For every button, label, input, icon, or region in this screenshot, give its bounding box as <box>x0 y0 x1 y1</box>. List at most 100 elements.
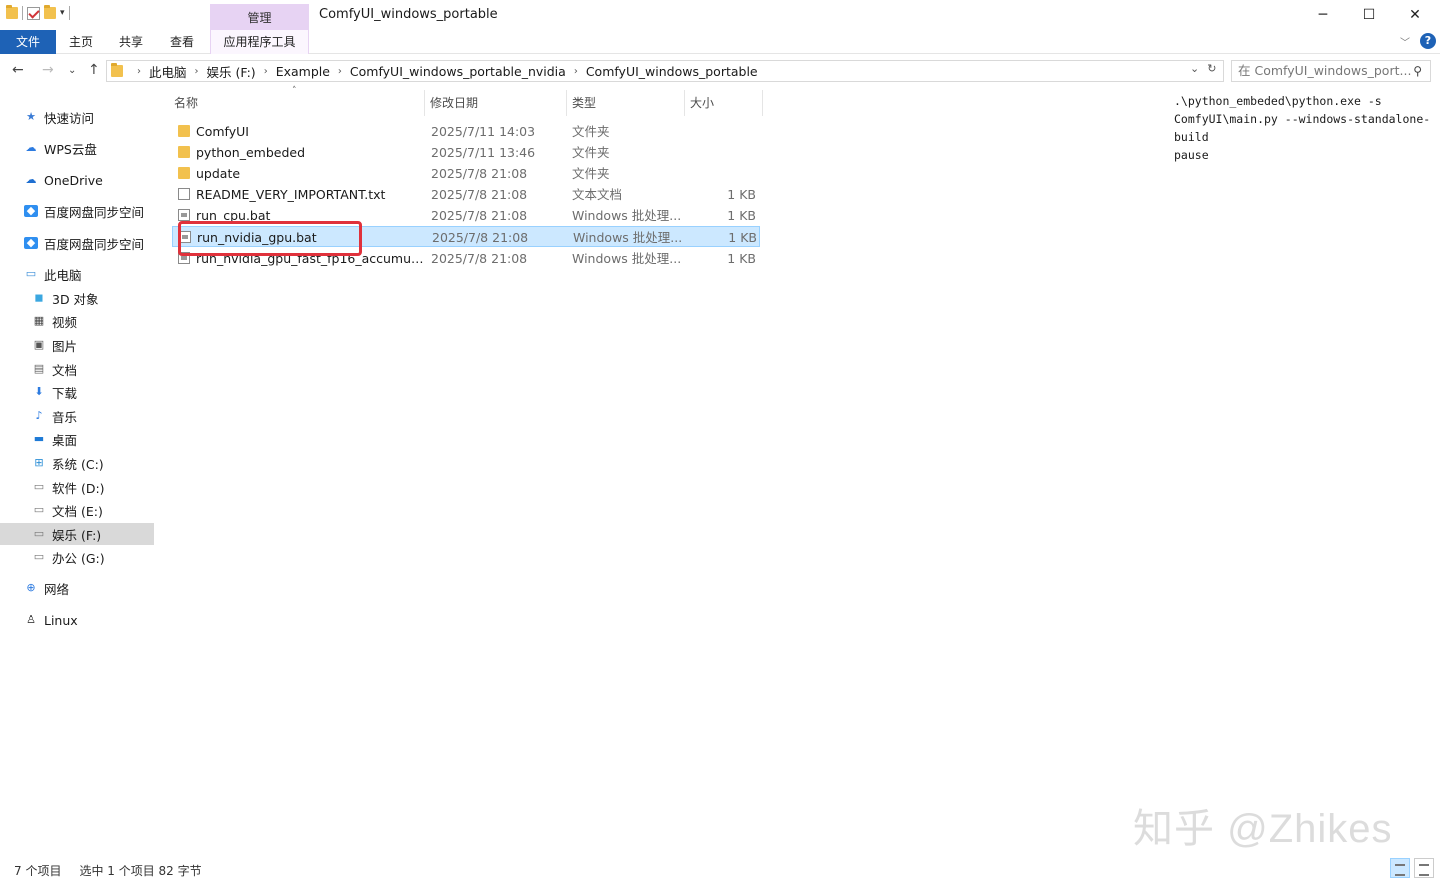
file-type: Windows 批处理... <box>572 208 682 223</box>
preview-pane-text: .\python_embeded\python.exe -s ComfyUI\m… <box>1174 94 1431 162</box>
sidebar-item-drive-d[interactable]: ▭ 软件 (D:) <box>0 476 154 498</box>
sidebar-item-quick-access[interactable]: ★ 快速访问 <box>0 106 154 128</box>
bat-file-icon <box>179 231 191 243</box>
sidebar-item-label: 3D 对象 <box>52 291 99 307</box>
sidebar-item-label: 音乐 <box>52 409 78 425</box>
file-row-run-nvidia-gpu[interactable]: run_nvidia_gpu.bat 2025/7/8 21:08 Window… <box>172 226 760 247</box>
breadcrumb-drive-f[interactable]: 娱乐 (F:) <box>207 62 256 81</box>
chevron-right-icon[interactable]: › <box>574 66 578 77</box>
sidebar-item-downloads[interactable]: ⬇ 下载 <box>0 381 154 403</box>
details-view-icon[interactable] <box>1390 858 1410 878</box>
column-header-name[interactable]: 名称 <box>174 90 425 116</box>
chevron-right-icon[interactable]: › <box>338 66 342 77</box>
sidebar-item-documents[interactable]: ▤ 文档 <box>0 358 154 380</box>
bat-file-icon <box>178 209 190 221</box>
file-row-readme[interactable]: README_VERY_IMPORTANT.txt 2025/7/8 21:08… <box>172 184 760 205</box>
breadcrumb-portable-nvidia[interactable]: ComfyUI_windows_portable_nvidia <box>350 64 566 79</box>
address-dropdown-icon[interactable]: ⌄ <box>1190 62 1199 75</box>
file-type: 文本文档 <box>572 187 623 202</box>
file-list: ˄ 名称 修改日期 类型 大小 ComfyUI 2025/7/11 14:03 … <box>168 86 768 288</box>
refresh-icon[interactable]: ↻ <box>1207 62 1216 75</box>
sidebar-item-label: 文档 <box>52 362 78 378</box>
tab-share[interactable]: 共享 <box>110 30 152 54</box>
properties-icon[interactable] <box>27 6 40 20</box>
expand-ribbon-icon[interactable]: ﹀ <box>1400 34 1410 49</box>
file-type: 文件夹 <box>572 145 610 160</box>
breadcrumb-portable[interactable]: ComfyUI_windows_portable <box>586 64 758 79</box>
folder-icon[interactable] <box>6 5 18 19</box>
network-icon: ⊕ <box>26 581 36 594</box>
sidebar-item-desktop[interactable]: ▬ 桌面 <box>0 428 154 450</box>
column-header-type[interactable]: 类型 <box>572 90 685 116</box>
search-icon[interactable]: ⚲ <box>1413 61 1422 81</box>
video-icon: ▦ <box>33 314 45 327</box>
navigation-bar: ← → ⌄ ↑ › 此电脑 › 娱乐 (F:) › Example › Comf… <box>0 58 1440 86</box>
file-type: 文件夹 <box>572 166 610 181</box>
back-icon[interactable]: ← <box>12 62 24 78</box>
column-header-size[interactable]: 大小 <box>690 90 763 116</box>
sidebar-item-baidu-sync-1[interactable]: ◆ 百度网盘同步空间 <box>0 200 154 222</box>
breadcrumb-example[interactable]: Example <box>276 64 330 79</box>
sidebar-item-linux[interactable]: ♙ Linux <box>0 609 154 631</box>
search-input[interactable]: 在 ComfyUI_windows_port... ⚲ <box>1231 60 1431 82</box>
document-icon: ▤ <box>33 362 45 375</box>
tab-home[interactable]: 主页 <box>60 30 102 54</box>
file-row-update[interactable]: update 2025/7/8 21:08 文件夹 <box>172 163 760 184</box>
tab-manage[interactable]: 管理 <box>210 4 309 30</box>
file-type: Windows 批处理... <box>573 230 683 245</box>
sidebar-item-music[interactable]: ♪ 音乐 <box>0 405 154 427</box>
sidebar-item-drive-c[interactable]: ⊞ 系统 (C:) <box>0 452 154 474</box>
file-name: run_nvidia_gpu.bat <box>197 230 317 245</box>
folder-icon <box>111 63 123 77</box>
drive-icon: ▭ <box>33 527 45 540</box>
file-row-run-nvidia-gpu-fast[interactable]: run_nvidia_gpu_fast_fp16_accumulati... 2… <box>172 248 760 269</box>
file-name: README_VERY_IMPORTANT.txt <box>196 187 386 202</box>
tab-view[interactable]: 查看 <box>161 30 203 54</box>
recent-locations-icon[interactable]: ⌄ <box>68 65 76 76</box>
sidebar-item-videos[interactable]: ▦ 视频 <box>0 310 154 332</box>
download-icon: ⬇ <box>34 385 44 398</box>
file-size: 1 KB <box>727 208 756 223</box>
customize-toolbar-icon[interactable]: ▾ <box>60 8 65 18</box>
sidebar-item-onedrive[interactable]: ☁ OneDrive <box>0 169 154 191</box>
column-header-date[interactable]: 修改日期 <box>430 90 567 116</box>
drive-icon: ▭ <box>33 550 45 563</box>
sidebar-item-network[interactable]: ⊕ 网络 <box>0 577 154 599</box>
sidebar-item-drive-g[interactable]: ▭ 办公 (G:) <box>0 546 154 568</box>
breadcrumb-this-pc[interactable]: 此电脑 <box>149 62 187 81</box>
tab-application-tools[interactable]: 应用程序工具 <box>210 30 309 54</box>
up-icon[interactable]: ↑ <box>88 62 100 78</box>
sidebar-item-wps-cloud[interactable]: ☁ WPS云盘 <box>0 137 154 159</box>
new-folder-icon[interactable] <box>44 5 56 19</box>
file-size: 1 KB <box>728 230 757 245</box>
chevron-right-icon[interactable]: › <box>195 66 199 77</box>
file-row-run-cpu[interactable]: run_cpu.bat 2025/7/8 21:08 Windows 批处理..… <box>172 205 760 226</box>
status-bar: 7 个项目 选中 1 个项目 82 字节 <box>14 862 202 879</box>
chevron-right-icon[interactable]: › <box>137 66 141 77</box>
file-date: 2025/7/8 21:08 <box>431 187 528 202</box>
tab-file[interactable]: 文件 <box>0 30 56 54</box>
forward-icon[interactable]: → <box>42 62 54 78</box>
view-switcher <box>1390 858 1434 878</box>
maximize-button[interactable]: ☐ <box>1346 0 1392 30</box>
file-row-python-embeded[interactable]: python_embeded 2025/7/11 13:46 文件夹 <box>172 142 760 163</box>
large-icons-view-icon[interactable] <box>1414 858 1434 878</box>
close-button[interactable]: ✕ <box>1392 0 1438 30</box>
file-row-comfyui[interactable]: ComfyUI 2025/7/11 14:03 文件夹 <box>172 121 760 142</box>
sidebar-item-drive-e[interactable]: ▭ 文档 (E:) <box>0 499 154 521</box>
sidebar-item-this-pc[interactable]: ▭ 此电脑 <box>0 263 154 285</box>
ribbon-tabs: 文件 主页 共享 查看 应用程序工具 ﹀ ? <box>0 30 1440 54</box>
sidebar-item-label: 桌面 <box>52 432 78 448</box>
sidebar-item-baidu-sync-2[interactable]: ◆ 百度网盘同步空间 <box>0 232 154 254</box>
sidebar-item-label: 网络 <box>44 581 70 597</box>
sidebar-item-drive-f[interactable]: ▭ 娱乐 (F:) <box>0 523 154 545</box>
quick-access-toolbar: ▾ <box>6 5 70 20</box>
baidu-icon: ◆ <box>24 237 38 249</box>
sidebar-item-pictures[interactable]: ▣ 图片 <box>0 334 154 356</box>
baidu-icon: ◆ <box>24 205 38 217</box>
minimize-button[interactable]: ─ <box>1300 0 1346 30</box>
sidebar-item-3d-objects[interactable]: ◼ 3D 对象 <box>0 287 154 309</box>
help-icon[interactable]: ? <box>1420 33 1436 49</box>
address-bar[interactable]: › 此电脑 › 娱乐 (F:) › Example › ComfyUI_wind… <box>106 60 1224 82</box>
chevron-right-icon[interactable]: › <box>264 66 268 77</box>
